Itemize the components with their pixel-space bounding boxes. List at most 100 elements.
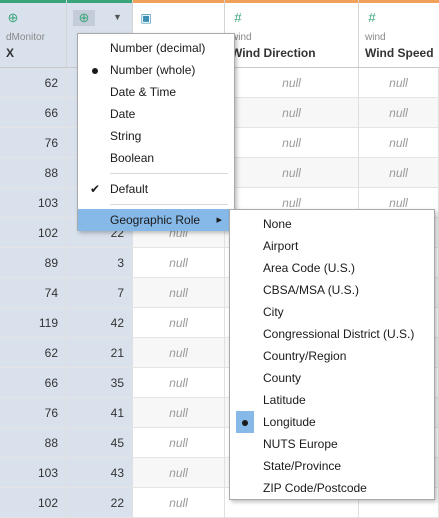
column-name: Wind Direction: [231, 46, 316, 60]
cell-y[interactable]: 3: [67, 248, 133, 278]
column-header-x[interactable]: ⊕ dMonitor X: [0, 0, 67, 68]
menu-item-label: CBSA/MSA (U.S.): [263, 283, 360, 297]
geo-item-none[interactable]: None: [230, 213, 434, 235]
cell-x[interactable]: 103: [0, 458, 67, 488]
cell-wind-direction[interactable]: null: [225, 158, 359, 188]
menu-divider: [110, 173, 228, 174]
hash-icon[interactable]: #: [231, 11, 245, 25]
check-icon: ✔: [89, 182, 101, 196]
cell-y[interactable]: 35: [67, 368, 133, 398]
radio-dot-icon: [236, 411, 254, 433]
cell-date[interactable]: null: [133, 428, 225, 458]
cell-y[interactable]: 42: [67, 308, 133, 338]
menu-item-label: County: [263, 371, 302, 385]
column-name: X: [6, 46, 15, 60]
cell-x[interactable]: 66: [0, 98, 67, 128]
cell-y[interactable]: 21: [67, 338, 133, 368]
cell-x[interactable]: 102: [0, 488, 67, 518]
cell-x[interactable]: 102: [0, 218, 67, 248]
cell-wind-direction[interactable]: null: [225, 98, 359, 128]
menu-item-default[interactable]: ✔ Default: [78, 178, 234, 200]
menu-item-label: Congressional District (U.S.): [263, 327, 415, 341]
cell-y[interactable]: 45: [67, 428, 133, 458]
menu-item-date[interactable]: Date: [78, 103, 234, 125]
cell-x[interactable]: 76: [0, 398, 67, 428]
menu-item-label: Number (whole): [110, 63, 196, 77]
cell-x[interactable]: 103: [0, 188, 67, 218]
menu-item-label: Number (decimal): [110, 41, 206, 55]
cell-date[interactable]: null: [133, 338, 225, 368]
globe-icon[interactable]: ⊕: [6, 11, 20, 25]
cell-x[interactable]: 62: [0, 68, 67, 98]
cell-wind-speed[interactable]: null: [359, 98, 439, 128]
menu-item-label: Country/Region: [263, 349, 347, 363]
menu-item-label: None: [263, 217, 292, 231]
menu-item-geographic-role[interactable]: Geographic Role ▸: [78, 209, 234, 231]
menu-item-boolean[interactable]: Boolean: [78, 147, 234, 169]
cell-date[interactable]: null: [133, 308, 225, 338]
menu-item-label: Area Code (U.S.): [263, 261, 356, 275]
column-name: Wind Speed: [365, 46, 434, 60]
globe-icon[interactable]: ⊕: [73, 10, 95, 26]
cell-date[interactable]: null: [133, 248, 225, 278]
cell-date[interactable]: null: [133, 488, 225, 518]
geographic-role-submenu: None Airport Area Code (U.S.) CBSA/MSA (…: [229, 209, 435, 500]
cell-x[interactable]: 119: [0, 308, 67, 338]
cell-wind-direction[interactable]: null: [225, 68, 359, 98]
cell-y[interactable]: 22: [67, 488, 133, 518]
geo-item-cbsa-msa[interactable]: CBSA/MSA (U.S.): [230, 279, 434, 301]
menu-item-label: Boolean: [110, 151, 155, 165]
column-header-wind-direction[interactable]: # wind Wind Direction: [225, 0, 359, 68]
cell-x[interactable]: 66: [0, 368, 67, 398]
menu-item-number-decimal[interactable]: Number (decimal): [78, 37, 234, 59]
calendar-icon[interactable]: ▣: [139, 11, 153, 25]
menu-item-label: String: [110, 129, 142, 143]
cell-x[interactable]: 89: [0, 248, 67, 278]
geo-item-county[interactable]: County: [230, 367, 434, 389]
data-type-menu: Number (decimal) Number (whole) Date & T…: [77, 33, 235, 231]
cell-y[interactable]: 43: [67, 458, 133, 488]
hash-icon[interactable]: #: [365, 11, 379, 25]
menu-item-label: NUTS Europe: [263, 437, 338, 451]
geo-item-city[interactable]: City: [230, 301, 434, 323]
cell-date[interactable]: null: [133, 458, 225, 488]
cell-date[interactable]: null: [133, 368, 225, 398]
menu-item-number-whole[interactable]: Number (whole): [78, 59, 234, 81]
menu-item-date-time[interactable]: Date & Time: [78, 81, 234, 103]
cell-x[interactable]: 74: [0, 278, 67, 308]
cell-wind-direction[interactable]: null: [225, 128, 359, 158]
cell-date[interactable]: null: [133, 278, 225, 308]
menu-item-label: City: [263, 305, 284, 319]
cell-wind-speed[interactable]: null: [359, 68, 439, 98]
cell-y[interactable]: 41: [67, 398, 133, 428]
column-header-wind-speed[interactable]: # wind Wind Speed: [359, 0, 439, 68]
cell-x[interactable]: 88: [0, 428, 67, 458]
geo-item-area-code[interactable]: Area Code (U.S.): [230, 257, 434, 279]
menu-item-label: State/Province: [263, 459, 342, 473]
geo-item-state-province[interactable]: State/Province: [230, 455, 434, 477]
chevron-down-icon[interactable]: ▼: [113, 12, 122, 22]
geo-item-nuts-europe[interactable]: NUTS Europe: [230, 433, 434, 455]
menu-divider: [110, 204, 228, 205]
cell-y[interactable]: 7: [67, 278, 133, 308]
geo-item-airport[interactable]: Airport: [230, 235, 434, 257]
geo-item-latitude[interactable]: Latitude: [230, 389, 434, 411]
column-source: wind: [365, 32, 386, 43]
menu-item-label: Latitude: [263, 393, 306, 407]
geo-item-country-region[interactable]: Country/Region: [230, 345, 434, 367]
cell-wind-speed[interactable]: null: [359, 128, 439, 158]
geo-item-zip-code[interactable]: ZIP Code/Postcode: [230, 477, 434, 499]
cell-wind-speed[interactable]: null: [359, 158, 439, 188]
menu-item-label: Date & Time: [110, 85, 177, 99]
menu-item-string[interactable]: String: [78, 125, 234, 147]
menu-item-label: ZIP Code/Postcode: [263, 481, 367, 495]
geo-item-longitude[interactable]: Longitude: [230, 411, 434, 433]
cell-x[interactable]: 76: [0, 128, 67, 158]
menu-item-label: Geographic Role: [110, 213, 201, 227]
cell-date[interactable]: null: [133, 398, 225, 428]
geo-item-congressional-district[interactable]: Congressional District (U.S.): [230, 323, 434, 345]
cell-x[interactable]: 62: [0, 338, 67, 368]
menu-item-label: Date: [110, 107, 136, 121]
cell-x[interactable]: 88: [0, 158, 67, 188]
radio-dot-icon: [88, 59, 102, 81]
